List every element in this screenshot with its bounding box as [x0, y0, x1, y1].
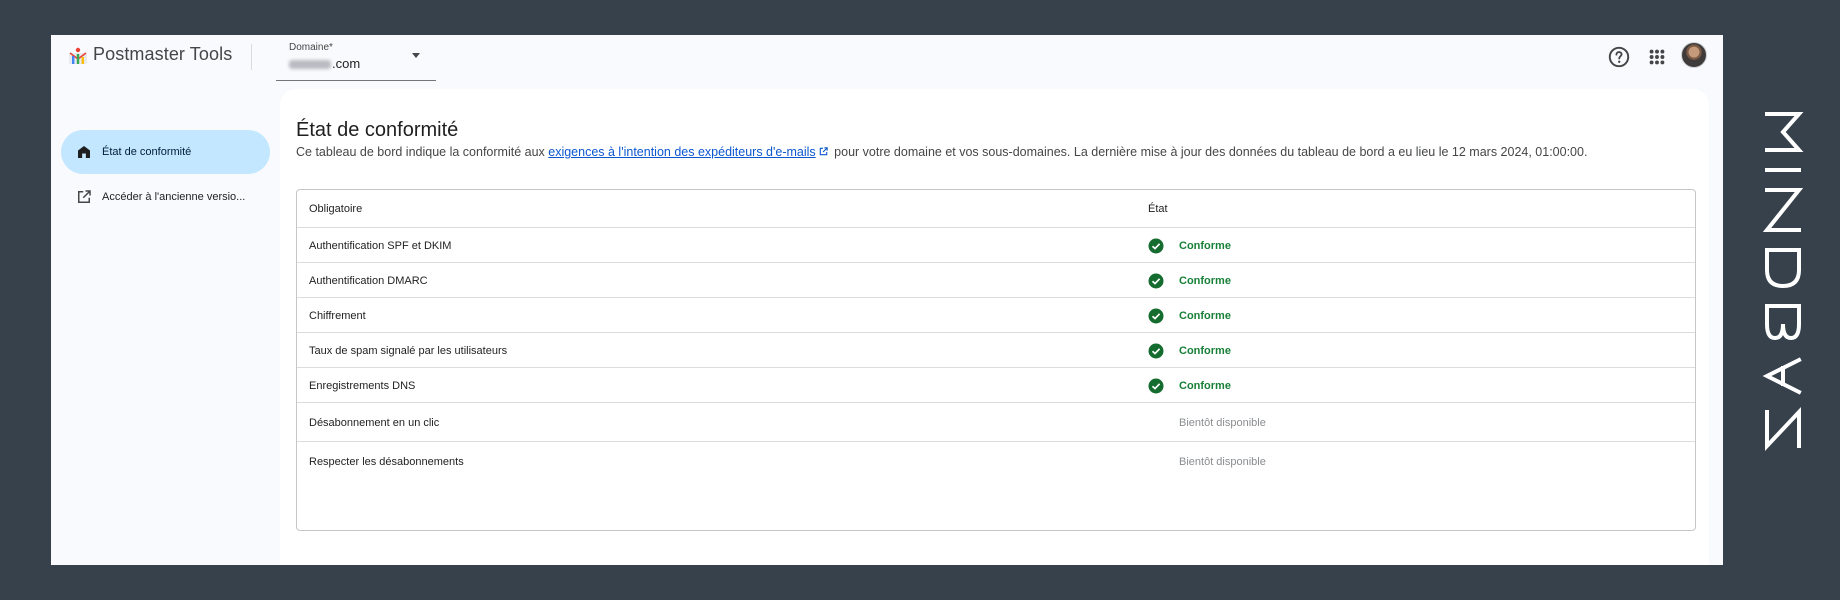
requirement-name: Chiffrement — [309, 310, 366, 322]
table-row: Authentification SPF et DKIM Conforme — [297, 228, 1695, 263]
check-circle-icon — [1148, 238, 1164, 254]
app-title: Postmaster Tools — [93, 44, 233, 64]
table-row: Enregistrements DNS Conforme — [297, 368, 1695, 403]
requirement-name: Enregistrements DNS — [309, 380, 416, 392]
column-header-requirement: Obligatoire — [309, 203, 363, 215]
home-icon — [78, 146, 90, 158]
domain-select-label: Domaine* — [289, 42, 333, 53]
check-circle-icon — [1148, 308, 1164, 324]
apps-grid-icon[interactable] — [1644, 44, 1670, 70]
sidebar-item-old-version[interactable]: Accéder à l'ancienne versio... — [61, 175, 270, 219]
table-row: Authentification DMARC Conforme — [297, 263, 1695, 298]
sidebar-item-label: État de conformité — [102, 146, 192, 158]
check-circle-icon — [1148, 343, 1164, 359]
status-label: Conforme — [1179, 275, 1231, 287]
requirement-name: Authentification SPF et DKIM — [309, 240, 452, 252]
requirement-name: Taux de spam signalé par les utilisateur… — [309, 345, 508, 357]
postmaster-app-window: Postmaster Tools Domaine* .com État de c… — [51, 35, 1723, 565]
postmaster-logo-icon — [69, 47, 87, 64]
status-label: Bientôt disponible — [1179, 456, 1266, 468]
domain-select[interactable]: Domaine* .com — [276, 39, 436, 81]
mindbaz-watermark-logo — [1762, 112, 1804, 452]
column-header-status: État — [1148, 203, 1168, 215]
domain-select-value: .com — [289, 56, 360, 71]
requirement-name: Authentification DMARC — [309, 275, 428, 287]
check-circle-icon — [1148, 378, 1164, 394]
description-text: pour votre domaine et vos sous-domaines.… — [830, 145, 1588, 159]
domain-tld: .com — [332, 56, 361, 71]
table-row: Chiffrement Conforme — [297, 298, 1695, 333]
page-title: État de conformité — [296, 119, 459, 141]
description-text: Ce tableau de bord indique la conformité… — [296, 145, 549, 159]
requirement-name: Désabonnement en un clic — [309, 417, 440, 429]
help-icon[interactable] — [1606, 44, 1632, 70]
main-content: État de conformité Ce tableau de bord in… — [280, 89, 1709, 565]
table-row: Respecter les désabonnements Bientôt dis… — [297, 442, 1695, 481]
status-label: Conforme — [1179, 345, 1231, 357]
sidebar: État de conformité Accéder à l'ancienne … — [51, 89, 276, 565]
open-in-new-icon — [78, 190, 91, 203]
sender-requirements-link[interactable]: exigences à l'intention des expéditeurs … — [548, 145, 815, 159]
top-bar: Postmaster Tools Domaine* .com — [51, 35, 1723, 89]
check-circle-icon — [1148, 273, 1164, 289]
status-label: Conforme — [1179, 240, 1231, 252]
external-link-icon[interactable] — [818, 146, 829, 157]
status-label: Conforme — [1179, 380, 1231, 392]
table-row: Taux de spam signalé par les utilisateur… — [297, 333, 1695, 368]
status-label: Bientôt disponible — [1179, 417, 1266, 429]
requirement-name: Respecter les désabonnements — [309, 456, 464, 468]
domain-redacted-blur — [289, 60, 331, 69]
status-label: Conforme — [1179, 310, 1231, 322]
sidebar-item-label: Accéder à l'ancienne versio... — [102, 191, 246, 203]
page-description: Ce tableau de bord indique la conformité… — [296, 145, 1587, 159]
sidebar-item-compliance-status[interactable]: État de conformité — [61, 130, 270, 174]
title-divider — [251, 44, 252, 70]
table-header-row: Obligatoire État — [297, 190, 1695, 228]
compliance-table: Obligatoire État Authentification SPF et… — [296, 189, 1696, 531]
dropdown-caret-icon — [412, 53, 420, 58]
table-row: Désabonnement en un clic Bientôt disponi… — [297, 403, 1695, 442]
user-avatar[interactable] — [1681, 42, 1707, 68]
